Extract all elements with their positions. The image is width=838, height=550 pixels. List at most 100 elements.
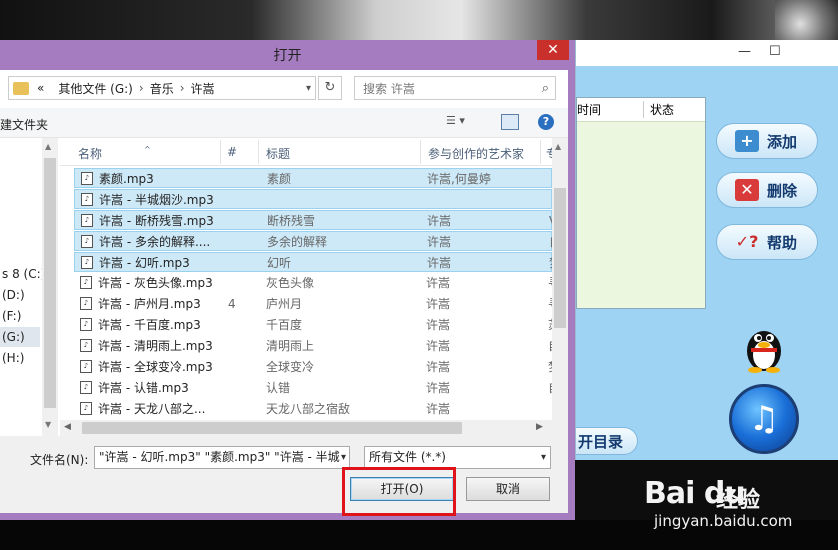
search-input[interactable]: 搜索 许嵩 ⌕ (354, 76, 556, 100)
file-row[interactable]: ♪许嵩 - 认错.mp3认错许嵩自 (74, 378, 552, 398)
file-row[interactable]: ♪许嵩 - 庐州月.mp34庐州月许嵩寻 (74, 294, 552, 314)
delete-button[interactable]: ✕ 删除 (716, 172, 818, 208)
file-icon: ♪ (81, 235, 93, 248)
preview-pane-icon[interactable] (501, 114, 519, 130)
file-title: 庐州月 (266, 297, 303, 311)
playlist-table[interactable]: 时间 状态 (576, 97, 706, 309)
file-row[interactable]: ♪ 许嵩 - 天龙八部之... 天龙八部之宿敌 许嵩 (74, 399, 552, 419)
file-row[interactable]: ♪ 素颜.mp3 素颜 许嵩,何曼婷 (74, 168, 552, 188)
filename-input[interactable]: "许嵩 - 幻听.mp3" "素颜.mp3" "许嵩 - 半城 ▾ (94, 446, 350, 469)
breadcrumb-separator: › (179, 81, 185, 95)
dialog-close-button[interactable]: ✕ (537, 40, 569, 60)
file-name: 许嵩 - 半城烟沙.mp3 (99, 193, 214, 207)
breadcrumb-folder[interactable]: 许嵩 (191, 80, 215, 97)
open-file-dialog: 打开 ✕ « 其他文件 (G:) › 音乐 › 许嵩 ▾ ↻ 搜索 许嵩 ⌕ 建… (0, 40, 575, 520)
folder-icon (13, 81, 29, 95)
nav-drive-d[interactable]: (D:) (0, 285, 40, 305)
address-bar[interactable]: « 其他文件 (G:) › 音乐 › 许嵩 ▾ (8, 76, 316, 100)
file-list-hscroll-thumb[interactable] (82, 422, 462, 434)
music-note-glyph: ♫ (748, 399, 780, 439)
add-button-label: 添加 (767, 132, 798, 151)
address-dropdown-icon[interactable]: ▾ (306, 83, 311, 94)
file-name: 许嵩 - 灰色头像.mp3 (98, 276, 213, 290)
help-icon[interactable]: ? (538, 114, 554, 130)
column-status[interactable]: 状态 (643, 101, 674, 118)
file-artist: 许嵩 (427, 235, 452, 249)
column-number[interactable]: # (227, 145, 237, 159)
file-title: 断桥残雪 (267, 214, 316, 228)
file-title: 认错 (266, 381, 291, 395)
filetype-dropdown-icon[interactable]: ▾ (541, 447, 546, 468)
cancel-button[interactable]: 取消 (466, 477, 550, 501)
file-row[interactable]: ♪许嵩 - 全球变冷.mp3全球变冷许嵩梦 (74, 357, 552, 377)
file-artist: 许嵩,何曼婷 (427, 172, 491, 186)
scroll-up-icon[interactable]: ▲ (45, 142, 51, 151)
file-title: 全球变冷 (266, 360, 315, 374)
file-artist: 许嵩 (426, 381, 451, 395)
scroll-left-icon[interactable]: ◀ (64, 422, 71, 432)
scroll-up-icon[interactable]: ▲ (555, 142, 561, 151)
scroll-down-icon[interactable]: ▼ (45, 420, 51, 429)
app-minimize-button[interactable]: — (738, 44, 751, 59)
nav-drive-h[interactable]: (H:) (0, 348, 40, 368)
add-button[interactable]: + 添加 (716, 123, 818, 159)
filetype-select[interactable]: 所有文件 (*.*) ▾ (364, 446, 551, 469)
file-title: 千百度 (266, 318, 303, 332)
file-icon: ♪ (80, 360, 92, 373)
file-icon: ♪ (80, 276, 92, 289)
file-icon: ♪ (81, 256, 93, 269)
file-row[interactable]: ♪许嵩 - 多余的解释....多余的解释许嵩自 (74, 231, 552, 251)
file-row[interactable]: ♪许嵩 - 幻听.mp3幻听许嵩梦 (74, 252, 552, 272)
file-title: 幻听 (267, 256, 292, 270)
playlist-table-header: 时间 状态 (577, 98, 705, 122)
file-title: 素颜 (267, 172, 292, 186)
navigation-pane: s 8 (C:) (D:) (F:) (G:) (H:) ▲ ▼ (0, 138, 58, 436)
itunes-icon[interactable]: ♫ (729, 384, 799, 454)
dialog-content: « 其他文件 (G:) › 音乐 › 许嵩 ▾ ↻ 搜索 许嵩 ⌕ 建文件夹 ☰… (0, 70, 568, 513)
column-title[interactable]: 标题 (266, 145, 290, 162)
file-icon: ♪ (81, 172, 93, 185)
address-overflow[interactable]: « (37, 81, 44, 95)
column-artist[interactable]: 参与创作的艺术家 (428, 145, 524, 162)
filename-dropdown-icon[interactable]: ▾ (341, 447, 346, 468)
breadcrumb-drive[interactable]: 其他文件 (G:) (58, 80, 133, 97)
app-maximize-button[interactable]: ☐ (769, 44, 781, 59)
refresh-button[interactable]: ↻ (318, 76, 342, 100)
file-name: 许嵩 - 多余的解释.... (99, 235, 211, 249)
file-row[interactable]: ♪许嵩 - 千百度.mp3千百度许嵩苏 (74, 315, 552, 335)
search-placeholder: 搜索 许嵩 (363, 81, 415, 96)
nav-drive-c[interactable]: s 8 (C:) (0, 264, 45, 284)
breadcrumb-music[interactable]: 音乐 (150, 80, 174, 97)
scroll-right-icon[interactable]: ▶ (536, 422, 543, 432)
column-name[interactable]: 名称 (78, 145, 102, 162)
file-list-hscrollbar[interactable]: ◀ ▶ (60, 420, 552, 436)
file-icon: ♪ (80, 402, 92, 415)
help-icon: ✓? (735, 232, 759, 251)
nav-drive-g[interactable]: (G:) (0, 327, 40, 347)
file-row[interactable]: ♪许嵩 - 清明雨上.mp3清明雨上许嵩自 (74, 336, 552, 356)
nav-drive-f[interactable]: (F:) (0, 306, 40, 326)
file-list-vscrollbar[interactable]: ▲ (552, 138, 568, 436)
file-row[interactable]: ♪许嵩 - 灰色头像.mp3灰色头像许嵩寻 (74, 273, 552, 293)
file-artist: 许嵩 (426, 297, 451, 311)
qq-penguin-icon[interactable] (742, 321, 786, 373)
new-folder-button[interactable]: 建文件夹 (0, 116, 48, 133)
file-name: 许嵩 - 断桥残雪.mp3 (99, 214, 214, 228)
file-list-vscroll-thumb[interactable] (554, 188, 566, 328)
file-list: ^ 名称 # 标题 参与创作的艺术家 专 ♪ 素颜.mp3 素颜 许嵩,何曼婷 ♪ 许嵩 … (60, 138, 552, 436)
file-title: 灰色头像 (266, 276, 315, 290)
file-artist: 许嵩 (427, 256, 452, 270)
add-icon: + (735, 130, 759, 152)
open-directory-button[interactable]: 开目录 (576, 427, 638, 455)
file-name: 许嵩 - 千百度.mp3 (98, 318, 201, 332)
nav-scrollbar[interactable]: ▲ ▼ (42, 138, 58, 436)
file-icon: ♪ (80, 381, 92, 394)
file-row[interactable]: ♪许嵩 - 断桥残雪.mp3断桥残雪许嵩V (74, 210, 552, 230)
dialog-bottom-bar: 文件名(N): "许嵩 - 幻听.mp3" "素颜.mp3" "许嵩 - 半城 … (0, 436, 568, 513)
view-options-icon[interactable]: ☰ ▾ (446, 114, 486, 132)
file-artist: 许嵩 (426, 339, 451, 353)
file-row[interactable]: ♪ 许嵩 - 半城烟沙.mp3 (74, 189, 552, 209)
nav-scroll-thumb[interactable] (44, 158, 56, 408)
column-time[interactable]: 时间 (577, 101, 643, 118)
help-button[interactable]: ✓? 帮助 (716, 224, 818, 260)
